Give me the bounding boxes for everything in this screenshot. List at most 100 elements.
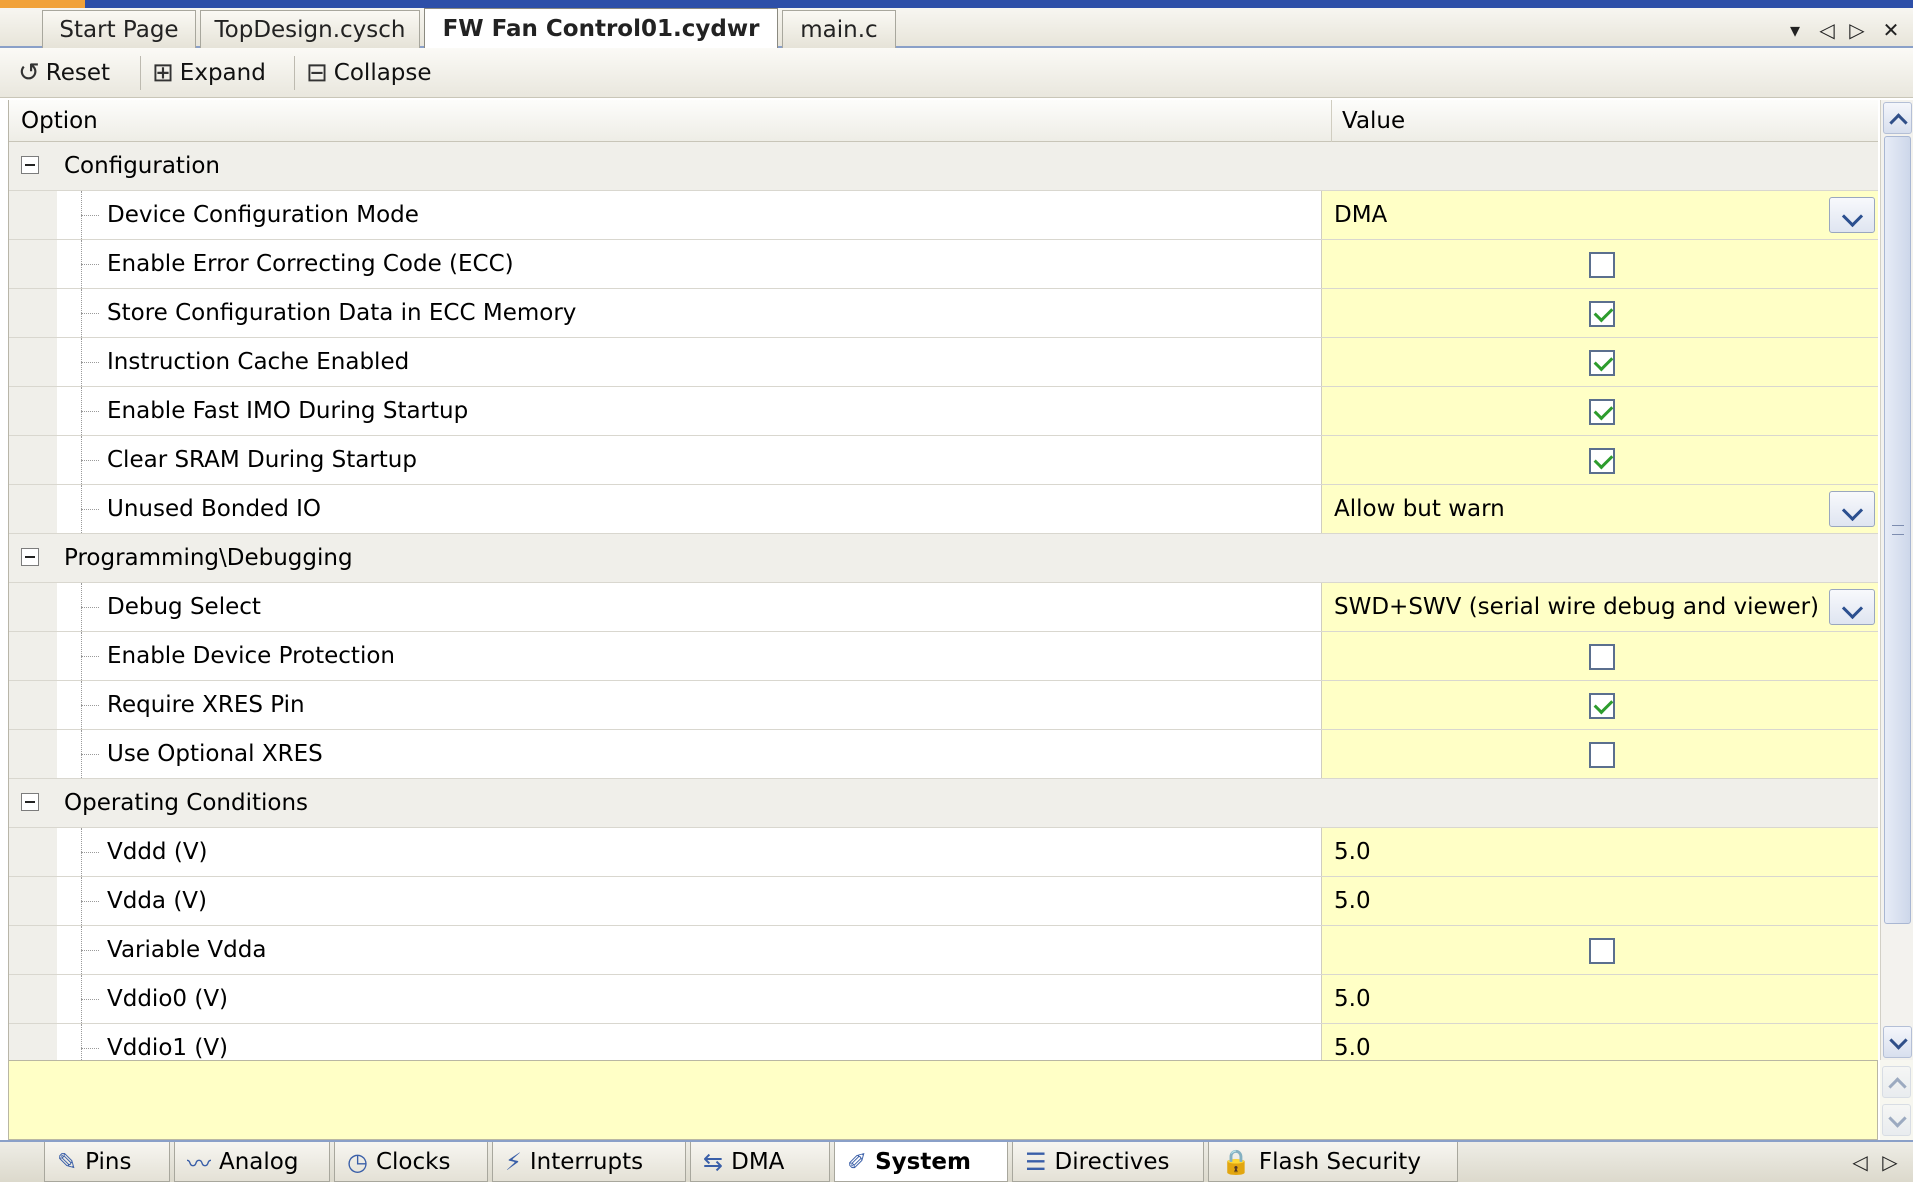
category-row[interactable]: Configuration	[9, 142, 1878, 191]
checkbox[interactable]	[1589, 301, 1615, 327]
tab-interrupts[interactable]: ⚡ Interrupts	[492, 1142, 686, 1182]
text-value[interactable]: 5.0	[1334, 1024, 1371, 1060]
value-cell[interactable]: DMA	[1321, 191, 1878, 239]
tab-clocks[interactable]: ◷ Clocks	[334, 1142, 488, 1182]
value-cell[interactable]: 5.0	[1321, 975, 1878, 1023]
collapse-toggle-icon[interactable]	[21, 156, 39, 174]
value-cell[interactable]: SWD+SWV (serial wire debug and viewer)	[1321, 583, 1878, 631]
text-value[interactable]: 5.0	[1334, 975, 1371, 1023]
tab-next-icon[interactable]: ▷	[1842, 16, 1872, 44]
checkbox[interactable]	[1589, 938, 1615, 964]
tab-directives[interactable]: ☰ Directives	[1012, 1142, 1204, 1182]
chevron-down-icon[interactable]	[1829, 589, 1875, 625]
row-gutter	[9, 828, 57, 876]
checkbox[interactable]	[1589, 742, 1615, 768]
tab-main-c[interactable]: main.c	[782, 10, 896, 48]
option-row[interactable]: Enable Device Protection	[9, 632, 1878, 681]
option-row[interactable]: Clear SRAM During Startup	[9, 436, 1878, 485]
column-header-value[interactable]: Value	[1331, 100, 1405, 142]
option-row[interactable]: Device Configuration Mode DMA	[9, 191, 1878, 240]
desc-scroll-down-icon[interactable]	[1882, 1104, 1911, 1136]
option-row[interactable]: Use Optional XRES	[9, 730, 1878, 779]
category-row[interactable]: Operating Conditions	[9, 779, 1878, 828]
checkbox[interactable]	[1589, 644, 1615, 670]
scroll-down-icon[interactable]	[1883, 1026, 1912, 1058]
desc-scroll-up-icon[interactable]	[1882, 1066, 1911, 1098]
row-gutter	[9, 877, 57, 925]
value-cell[interactable]: 5.0	[1321, 828, 1878, 876]
checkbox[interactable]	[1589, 399, 1615, 425]
tab-prev-icon[interactable]: ◁	[1812, 16, 1842, 44]
collapse-toggle-icon[interactable]	[21, 548, 39, 566]
option-row[interactable]: Require XRES Pin	[9, 681, 1878, 730]
reset-button[interactable]: ↺ Reset	[18, 54, 110, 92]
grip-icon	[1892, 525, 1904, 535]
option-row[interactable]: Enable Error Correcting Code (ECC)	[9, 240, 1878, 289]
dropdown-value[interactable]: SWD+SWV (serial wire debug and viewer)	[1334, 583, 1819, 631]
description-scrollbar[interactable]	[1880, 1060, 1913, 1140]
expand-button[interactable]: ⊞ Expand	[152, 54, 266, 92]
value-cell[interactable]	[1321, 632, 1878, 680]
option-label: Variable Vdda	[107, 937, 267, 963]
value-cell[interactable]: 5.0	[1321, 1024, 1878, 1060]
option-row[interactable]: Vddio0 (V) 5.0	[9, 975, 1878, 1024]
tab-flash-security[interactable]: 🔒 Flash Security	[1208, 1142, 1458, 1182]
value-cell[interactable]: 5.0	[1321, 877, 1878, 925]
tab-pins[interactable]: ✎ Pins	[44, 1142, 170, 1182]
option-row[interactable]: Store Configuration Data in ECC Memory	[9, 289, 1878, 338]
column-header-option[interactable]: Option	[21, 100, 98, 142]
value-cell[interactable]	[1321, 926, 1878, 974]
tree-line	[81, 754, 99, 755]
option-label: Device Configuration Mode	[107, 202, 419, 228]
chevron-down-icon[interactable]	[1829, 491, 1875, 527]
bottom-prev-icon[interactable]: ◁	[1846, 1148, 1874, 1176]
value-cell[interactable]	[1321, 730, 1878, 778]
dropdown-value[interactable]: Allow but warn	[1334, 485, 1505, 533]
chevron-down-icon[interactable]	[1829, 197, 1875, 233]
option-row[interactable]: Vdda (V) 5.0	[9, 877, 1878, 926]
value-cell[interactable]	[1321, 289, 1878, 337]
value-cell[interactable]	[1321, 436, 1878, 484]
scroll-thumb[interactable]	[1884, 136, 1911, 924]
option-row[interactable]: Vddio1 (V) 5.0	[9, 1024, 1878, 1060]
checkbox[interactable]	[1589, 350, 1615, 376]
checkbox[interactable]	[1589, 448, 1615, 474]
option-row[interactable]: Debug Select SWD+SWV (serial wire debug a…	[9, 583, 1878, 632]
text-value[interactable]: 5.0	[1334, 877, 1371, 925]
value-cell[interactable]: Allow but warn	[1321, 485, 1878, 533]
value-cell[interactable]	[1321, 240, 1878, 288]
tab-start-page[interactable]: Start Page	[42, 10, 196, 48]
tree-line	[81, 607, 99, 608]
vertical-scrollbar[interactable]	[1880, 100, 1913, 1060]
text-value[interactable]: 5.0	[1334, 828, 1371, 876]
checkbox[interactable]	[1589, 693, 1615, 719]
tab-fw-fan-control[interactable]: FW Fan Control01.cydwr	[424, 8, 778, 49]
tree-line	[81, 852, 99, 853]
collapse-toggle-icon[interactable]	[21, 793, 39, 811]
option-row[interactable]: Unused Bonded IO Allow but warn	[9, 485, 1878, 534]
value-cell[interactable]	[1321, 387, 1878, 435]
option-row[interactable]: Variable Vdda	[9, 926, 1878, 975]
close-icon[interactable]: ✕	[1876, 16, 1906, 44]
tab-dma[interactable]: ⇆ DMA	[690, 1142, 830, 1182]
value-cell[interactable]	[1321, 338, 1878, 386]
tab-dropdown-icon[interactable]: ▾	[1780, 16, 1810, 44]
toolbar-separator	[140, 56, 141, 90]
bottom-next-icon[interactable]: ▷	[1876, 1148, 1904, 1176]
option-row[interactable]: Enable Fast IMO During Startup	[9, 387, 1878, 436]
option-row[interactable]: Vddd (V) 5.0	[9, 828, 1878, 877]
tab-analog[interactable]: 〰 Analog	[174, 1142, 330, 1182]
category-label: Operating Conditions	[64, 790, 309, 816]
dropdown-value[interactable]: DMA	[1334, 191, 1387, 239]
category-row[interactable]: Programming\Debugging	[9, 534, 1878, 583]
collapse-button[interactable]: ⊟ Collapse	[306, 54, 432, 92]
row-gutter	[9, 289, 57, 337]
category-label: Programming\Debugging	[64, 545, 353, 571]
checkbox[interactable]	[1589, 252, 1615, 278]
option-row[interactable]: Instruction Cache Enabled	[9, 338, 1878, 387]
scroll-up-icon[interactable]	[1883, 102, 1912, 134]
tab-topdesign[interactable]: TopDesign.cysch	[200, 10, 420, 48]
row-gutter	[9, 681, 57, 729]
value-cell[interactable]	[1321, 681, 1878, 729]
tab-system[interactable]: ✐ System	[834, 1142, 1008, 1182]
